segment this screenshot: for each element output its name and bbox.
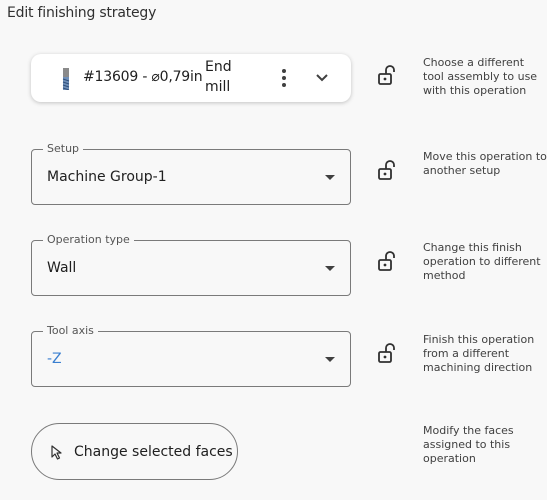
end-mill-icon	[62, 68, 70, 90]
setup-help-text: Move this operation to another setup	[423, 150, 547, 177]
change-selected-faces-button[interactable]: Change selected faces	[31, 423, 238, 480]
tool-name: #13609 - ⌀0,79in	[83, 69, 203, 85]
setup-select[interactable]: Setup Machine Group-1	[31, 141, 351, 205]
unlock-icon[interactable]	[377, 64, 397, 86]
page-title: Edit finishing strategy	[7, 5, 157, 21]
dropdown-arrow-icon	[325, 357, 335, 362]
unlock-icon[interactable]	[377, 159, 397, 181]
operation-type-help-text: Change this finish operation to differen…	[423, 241, 541, 282]
setup-label: Setup	[43, 141, 84, 157]
tool-axis-value: -Z	[47, 351, 62, 367]
operation-type-value: Wall	[47, 260, 77, 276]
operation-type-select[interactable]: Operation type Wall	[31, 232, 351, 296]
faces-help-text: Modify the faces assigned to this operat…	[423, 424, 514, 465]
tool-selector[interactable]: #13609 - ⌀0,79in End mill	[31, 54, 351, 102]
tool-type: End mill	[205, 59, 232, 95]
tool-help-text: Choose a different tool assembly to use …	[423, 56, 538, 97]
tool-axis-select[interactable]: Tool axis -Z	[31, 323, 351, 387]
chevron-down-icon[interactable]	[313, 69, 331, 87]
tool-axis-label: Tool axis	[43, 323, 98, 339]
operation-type-label: Operation type	[43, 232, 134, 248]
tool-axis-help-text: Finish this operation from a different m…	[423, 333, 535, 374]
setup-value: Machine Group-1	[47, 169, 167, 185]
dropdown-arrow-icon	[325, 266, 335, 271]
more-vert-icon[interactable]	[276, 68, 292, 88]
cursor-icon	[51, 445, 62, 460]
change-selected-faces-label: Change selected faces	[74, 444, 233, 460]
unlock-icon[interactable]	[377, 250, 397, 272]
unlock-icon[interactable]	[377, 342, 397, 364]
dropdown-arrow-icon	[325, 175, 335, 180]
